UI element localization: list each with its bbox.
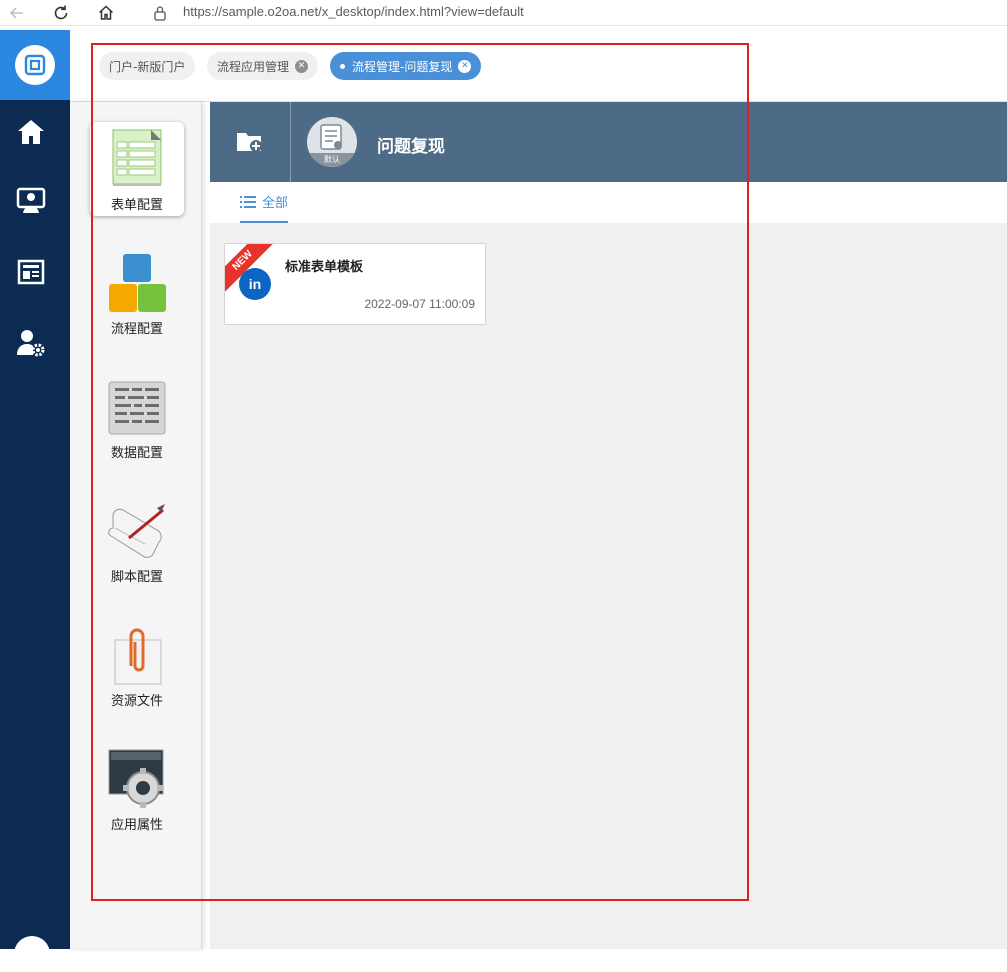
linkedin-icon: in xyxy=(239,268,271,300)
filter-bar: 全部 xyxy=(210,182,1007,223)
home-icon[interactable] xyxy=(95,2,117,24)
left-nav xyxy=(0,30,70,972)
list-icon xyxy=(240,195,256,208)
tool-sidebar: 表单配置 流程配置 数据配置 脚本配置 资源文件 应用属性 xyxy=(70,102,202,949)
tool-label: 资源文件 xyxy=(110,694,163,709)
filter-tab-label: 全部 xyxy=(262,196,289,211)
app-properties-icon xyxy=(108,749,164,808)
tab-process-manage-issue[interactable]: 流程管理-问题复现 ✕ xyxy=(330,52,482,80)
tab-strip: 门户-新版门户 流程应用管理 ✕ 流程管理-问题复现 ✕ xyxy=(70,30,1007,102)
tab-label: 门户-新版门户 xyxy=(109,59,186,74)
close-icon[interactable]: ✕ xyxy=(295,59,309,73)
form-date: 2022-09-07 11:00:09 xyxy=(364,297,475,311)
home-icon[interactable] xyxy=(15,116,47,148)
tool-label: 应用属性 xyxy=(110,818,163,833)
tool-app-properties[interactable]: 应用属性 xyxy=(90,742,184,836)
address-bar[interactable]: https://sample.o2oa.net/x_desktop/index.… xyxy=(183,4,524,19)
add-folder-button[interactable] xyxy=(210,102,291,182)
tool-label: 脚本配置 xyxy=(110,570,163,585)
data-config-icon xyxy=(108,381,166,435)
tool-script-config[interactable]: 脚本配置 xyxy=(90,494,184,588)
browser-toolbar: https://sample.o2oa.net/x_desktop/index.… xyxy=(0,0,1007,26)
lock-icon xyxy=(149,2,171,24)
tool-form-config[interactable]: 表单配置 xyxy=(90,122,184,216)
reload-icon[interactable] xyxy=(50,2,72,24)
logo-button[interactable] xyxy=(0,30,70,100)
tool-label: 表单配置 xyxy=(110,198,163,213)
tool-resource-file[interactable]: 资源文件 xyxy=(90,618,184,712)
resource-file-icon xyxy=(114,628,162,685)
back-icon[interactable] xyxy=(6,2,28,24)
app-title: 问题复现 xyxy=(377,137,445,157)
news-icon[interactable] xyxy=(15,256,47,288)
tab-label: 流程管理-问题复现 xyxy=(352,59,453,74)
tool-label: 流程配置 xyxy=(110,322,163,337)
form-config-icon xyxy=(112,129,162,186)
main-content: 默认 问题复现 全部 NEW in 标准表单模板 2022-09-07 11:0… xyxy=(210,102,1007,949)
app-header: 默认 问题复现 xyxy=(210,102,1007,182)
app-icon-badge: 默认 xyxy=(307,153,357,167)
tool-process-config[interactable]: 流程配置 xyxy=(90,246,184,340)
user-settings-icon[interactable] xyxy=(15,327,47,359)
tab-process-app-manage[interactable]: 流程应用管理 ✕ xyxy=(207,52,319,80)
tab-label: 流程应用管理 xyxy=(217,59,290,74)
filter-tab-all[interactable]: 全部 xyxy=(240,182,289,223)
tool-data-config[interactable]: 数据配置 xyxy=(90,370,184,464)
form-card[interactable]: NEW in 标准表单模板 2022-09-07 11:00:09 xyxy=(224,243,486,325)
o2oa-logo-icon xyxy=(15,45,55,85)
tool-label: 数据配置 xyxy=(110,446,163,461)
app-icon[interactable]: 默认 xyxy=(307,117,357,167)
active-dot-icon xyxy=(340,63,345,69)
tab-portal[interactable]: 门户-新版门户 xyxy=(99,52,196,80)
user-avatar[interactable] xyxy=(14,936,50,972)
script-config-icon xyxy=(108,504,165,558)
meeting-icon[interactable] xyxy=(15,185,47,217)
add-folder-icon xyxy=(237,133,262,152)
process-config-icon xyxy=(109,254,166,312)
close-icon[interactable]: ✕ xyxy=(458,59,472,73)
form-title: 标准表单模板 xyxy=(285,260,364,275)
